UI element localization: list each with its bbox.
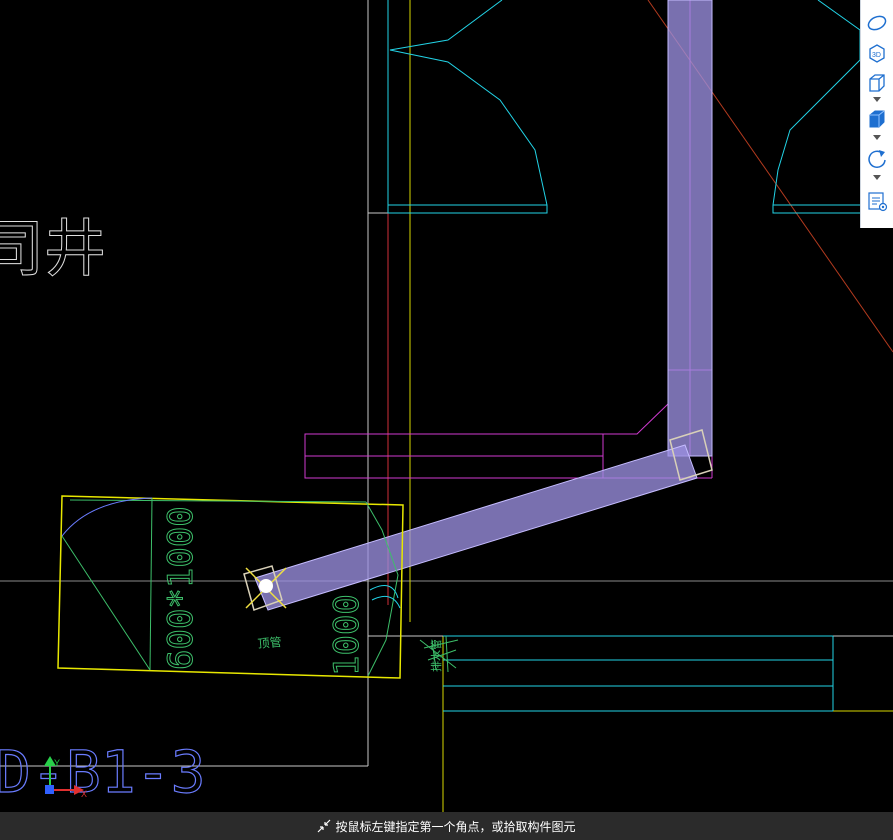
ucs-x-label: X — [81, 789, 87, 799]
vertical-duct[interactable] — [667, 0, 713, 457]
cad-drawing-canvas[interactable]: 司井 600*1000 1000 顶管 排水管 D-B1-3 X Y — [0, 0, 893, 812]
cyan-lines-bottom — [443, 635, 834, 712]
dimension-label: 600*1000 — [161, 506, 201, 670]
view-toolbar: 3D — [860, 0, 893, 228]
3d-label: 3D — [872, 52, 881, 59]
magenta-duct-outline — [304, 0, 713, 479]
small-tag-label: 顶管 — [257, 634, 282, 651]
chevron-down-icon-2[interactable] — [872, 134, 882, 142]
ucs-y-label: Y — [54, 758, 60, 768]
orbit-icon[interactable] — [864, 10, 890, 36]
view-cube-icon[interactable] — [864, 70, 890, 96]
3d-view-icon[interactable]: 3D — [864, 40, 890, 66]
cyan-fixture-left — [387, 0, 548, 214]
blue-arc — [61, 497, 153, 537]
layer-display-icon[interactable] — [864, 188, 890, 214]
command-prompt-bar: 按鼠标左键指定第一个角点，或拾取构件图元 — [0, 812, 893, 840]
section-mark-label: D-B1-3 — [0, 738, 206, 806]
cyan-fixture-right — [772, 0, 861, 214]
solid-display-icon[interactable] — [864, 106, 890, 132]
window-select-icon — [317, 819, 331, 833]
side-tag-label: 排水管 — [429, 639, 443, 672]
room-name-label: 司井 — [0, 212, 106, 285]
rotate-icon[interactable] — [864, 146, 890, 172]
command-prompt-text: 按鼠标左键指定第一个角点，或拾取构件图元 — [335, 819, 576, 834]
height-label: 1000 — [327, 594, 367, 676]
sloped-duct[interactable] — [254, 444, 698, 611]
chevron-down-icon[interactable] — [872, 96, 882, 104]
chevron-down-icon-3[interactable] — [872, 174, 882, 182]
